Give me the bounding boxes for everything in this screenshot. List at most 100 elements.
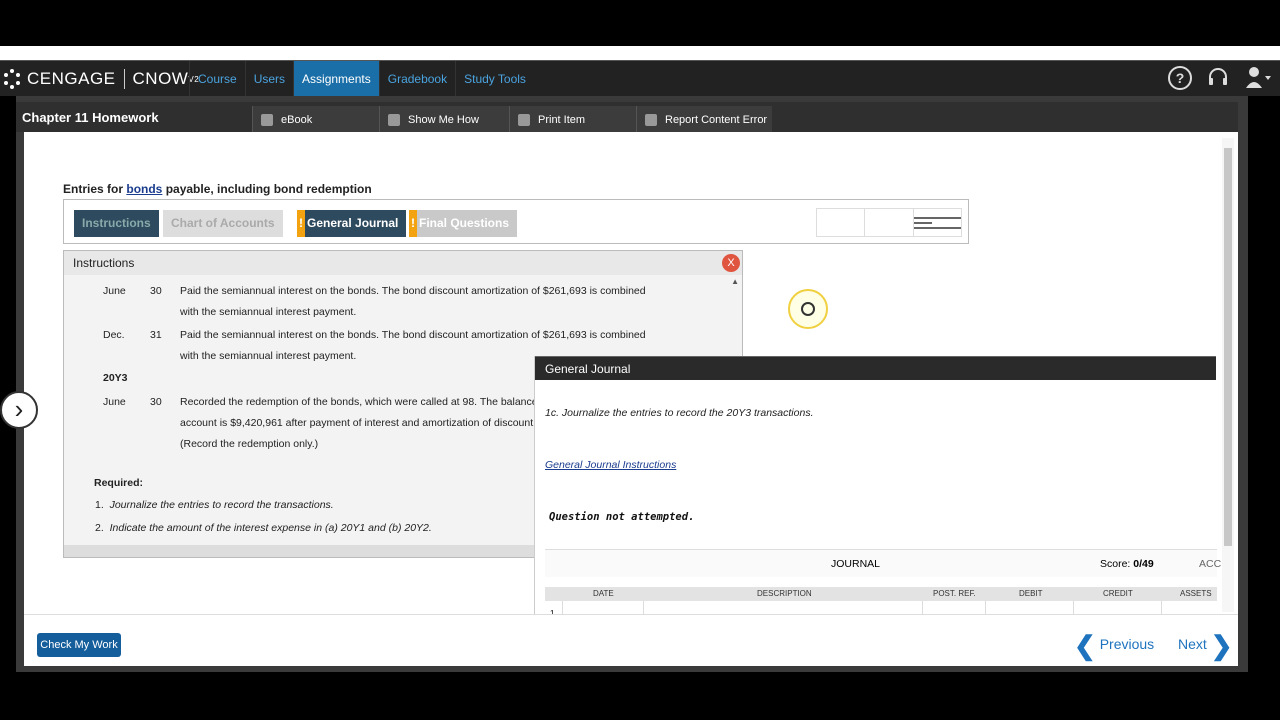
col-date: DATE — [593, 589, 614, 598]
score-value: 0/49 — [1133, 558, 1154, 570]
assignment-title: Chapter 11 Homework — [22, 110, 159, 125]
video-icon — [388, 114, 400, 126]
tool-slot-1[interactable] — [817, 209, 866, 236]
attempt-status: Question not attempted. — [549, 511, 695, 523]
required-item: 1. Journalize the entries to record the … — [95, 499, 334, 511]
tab-final-questions-label: Final Questions — [419, 216, 510, 230]
cengage-logo[interactable]: CENGAGE CNOW V2 — [0, 67, 199, 91]
ebook-label: eBook — [281, 114, 313, 126]
report-error-label: Report Content Error — [665, 114, 768, 126]
nav-study-tools[interactable]: Study Tools — [455, 61, 534, 97]
bonds-link[interactable]: bonds — [126, 182, 162, 196]
col-debit: DEBIT — [1019, 589, 1043, 598]
row-text: account is $9,420,961 after payment of i… — [180, 417, 542, 429]
row-month: Dec. — [103, 329, 125, 341]
assignment-footer: Check My Work ❮ Previous Next ❯ — [24, 614, 1238, 666]
tab-tools — [816, 208, 962, 237]
row-month: June — [103, 396, 126, 408]
row-text: Paid the semiannual interest on the bond… — [180, 329, 646, 341]
show-me-how-label: Show Me How — [408, 114, 479, 126]
brand-name: CENGAGE — [27, 69, 116, 88]
help-icon[interactable]: ? — [1168, 66, 1192, 90]
problem-content: Entries for bonds payable, including bon… — [24, 132, 1238, 649]
main-nav: Course Users Assignments Gradebook Study… — [189, 61, 534, 97]
journal-question: 1c. Journalize the entries to record the… — [545, 407, 814, 419]
instructions-title: Instructions — [64, 251, 742, 275]
journal-label: JOURNAL — [831, 558, 881, 570]
print-item-button[interactable]: Print Item — [509, 106, 636, 134]
hamburger-icon — [913, 216, 961, 229]
row-text: with the semiannual interest payment. — [180, 350, 357, 362]
row-day: 30 — [150, 396, 162, 408]
tab-general-journal[interactable]: ! General Journal — [297, 210, 407, 237]
heading-text-post: payable, including bond redemption — [162, 182, 372, 196]
user-menu-icon[interactable] — [1244, 66, 1271, 90]
warning-icon: ! — [297, 210, 305, 237]
year-label: 20Y3 — [103, 372, 128, 384]
logo-divider — [123, 69, 125, 89]
scroll-up-icon[interactable]: ▲ — [731, 277, 739, 286]
problem-tabs: Instructions Chart of Accounts ! General … — [63, 199, 969, 244]
headset-icon[interactable] — [1206, 66, 1230, 90]
journal-column-headers: DATE DESCRIPTION POST. REF. DEBIT CREDIT… — [545, 587, 1217, 601]
heading-text-pre: Entries for — [63, 182, 127, 196]
top-navigation: CENGAGE CNOW V2 Course Users Assignments … — [0, 60, 1280, 97]
show-me-how-button[interactable]: Show Me How — [379, 106, 509, 134]
previous-label: Previous — [1099, 636, 1155, 652]
next-button[interactable]: Next ❯ — [1178, 631, 1232, 658]
tab-final-questions[interactable]: ! Final Questions — [409, 210, 518, 237]
nav-course[interactable]: Course — [189, 61, 245, 97]
assignment-window: Chapter 11 Homework eBook Show Me How Pr… — [16, 96, 1248, 672]
menu-button[interactable] — [913, 209, 961, 236]
expand-panel-arrow-icon[interactable]: › — [0, 391, 38, 429]
col-post-ref: POST. REF. — [933, 589, 976, 598]
required-item: 2. Indicate the amount of the interest e… — [95, 522, 432, 534]
tab-chart-of-accounts[interactable]: Chart of Accounts — [163, 210, 283, 237]
product-name: CNOW — [132, 69, 189, 88]
report-error-button[interactable]: Report Content Error — [636, 106, 772, 134]
row-text: (Record the redemption only.) — [180, 438, 319, 450]
chevron-right-icon: ❯ — [1210, 630, 1233, 661]
col-assets: ASSETS — [1180, 589, 1212, 598]
row-day: 30 — [150, 285, 162, 297]
cursor-icon — [801, 302, 815, 316]
vertical-scrollbar[interactable] — [1222, 138, 1234, 612]
row-text: with the semiannual interest payment. — [180, 306, 357, 318]
journal-header-bar: JOURNAL Score: 0/49 ACC — [545, 549, 1221, 578]
acc-label: ACC — [1199, 558, 1222, 570]
previous-button[interactable]: ❮ Previous — [1074, 631, 1154, 658]
general-journal-panel: General Journal 1c. Journalize the entri… — [534, 356, 1221, 649]
cengage-logo-icon — [2, 69, 22, 89]
check-my-work-button[interactable]: Check My Work — [37, 633, 121, 657]
tab-instructions[interactable]: Instructions — [74, 210, 159, 237]
mouse-cursor-highlight — [788, 289, 828, 329]
nav-gradebook[interactable]: Gradebook — [378, 61, 455, 97]
browser-bar — [0, 46, 1280, 60]
report-icon — [645, 114, 657, 126]
score: Score: 0/49 — [1100, 550, 1154, 578]
nav-utility-icons: ? — [1168, 66, 1271, 90]
scrollbar-thumb[interactable] — [1224, 148, 1232, 546]
print-icon — [518, 114, 530, 126]
warning-icon: ! — [409, 210, 417, 237]
required-item-text: Journalize the entries to record the tra… — [109, 499, 334, 511]
print-item-label: Print Item — [538, 114, 586, 126]
col-credit: CREDIT — [1103, 589, 1133, 598]
required-label: Required: — [94, 477, 144, 489]
col-description: DESCRIPTION — [757, 589, 812, 598]
tool-slot-2[interactable] — [865, 209, 914, 236]
screen: CENGAGE CNOW V2 Course Users Assignments … — [0, 0, 1280, 720]
general-journal-title: General Journal — [535, 356, 1216, 380]
close-icon[interactable]: X — [722, 254, 740, 272]
assignment-toolbar: Chapter 11 Homework eBook Show Me How Pr… — [16, 102, 1238, 134]
ebook-button[interactable]: eBook — [252, 106, 379, 134]
book-icon — [261, 114, 273, 126]
row-day: 31 — [150, 329, 162, 341]
nav-assignments[interactable]: Assignments — [293, 61, 379, 97]
general-journal-instructions-link[interactable]: General Journal Instructions — [545, 459, 676, 471]
problem-heading: Entries for bonds payable, including bon… — [63, 182, 372, 196]
row-month: June — [103, 285, 126, 297]
nav-users[interactable]: Users — [244, 61, 293, 97]
chevron-left-icon: ❮ — [1074, 630, 1096, 661]
next-label: Next — [1178, 636, 1207, 652]
